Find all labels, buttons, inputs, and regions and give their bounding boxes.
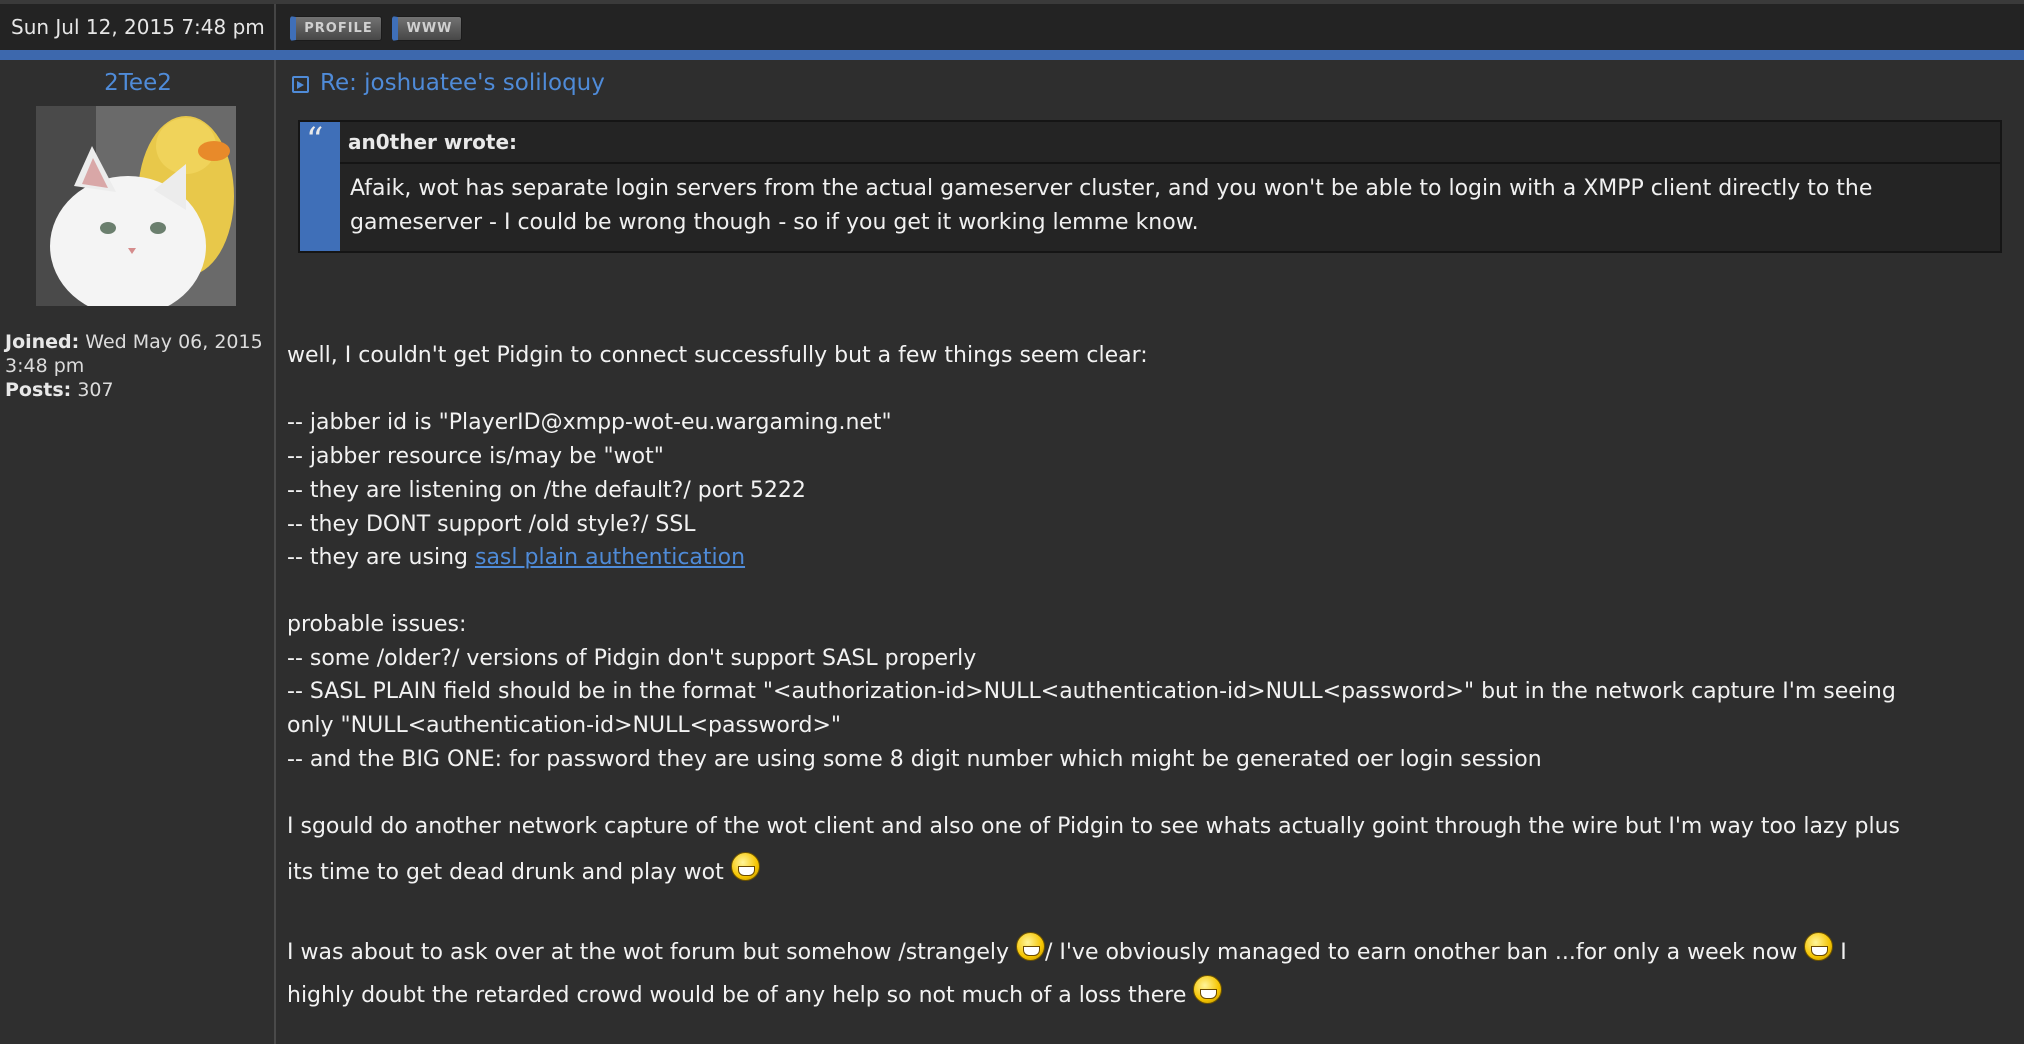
post-line-text: / I've obviously managed to earn onother…	[1044, 940, 1805, 965]
avatar[interactable]	[36, 106, 236, 306]
laughing-smiley-icon	[730, 852, 760, 881]
joined-label: Joined:	[5, 331, 80, 353]
post-line: its time to get dead drunk and play wot	[287, 852, 760, 885]
post-line: -- they DONT support /old style?/ SSL	[287, 512, 696, 537]
post-line-text: its time to get dead drunk and play wot	[287, 860, 731, 885]
quote-icon: “	[306, 120, 324, 160]
post-line: I was about to ask over at the wot forum…	[287, 932, 1847, 965]
posts-label: Posts:	[5, 379, 72, 401]
quote-line: gameserver - I could be wrong though - s…	[350, 210, 1199, 235]
quote-block: “ an0ther wrote: Afaik, wot has separate…	[298, 120, 2002, 253]
post-line: well, I couldn't get Pidgin to connect s…	[287, 343, 1148, 368]
laughing-smiley-icon	[1804, 932, 1834, 961]
post-line: -- SASL PLAIN field should be in the for…	[287, 679, 1896, 704]
laughing-smiley-icon	[1015, 932, 1045, 961]
post-date: Sun Jul 12, 2015 7:48 pm	[0, 4, 276, 50]
post-line-text: I was about to ask over at the wot forum…	[287, 940, 1016, 965]
quote-text: Afaik, wot has separate login servers fr…	[350, 172, 1980, 240]
divider	[0, 50, 2024, 60]
post-line: I sgould do another network capture of t…	[287, 814, 1900, 839]
post-header-bar: Sun Jul 12, 2015 7:48 pm PROFILE WWW	[0, 0, 2024, 50]
joined-time: 3:48 pm	[5, 355, 85, 377]
post-line-text: I	[1833, 940, 1847, 965]
joined-date: Wed May 06, 2015	[79, 331, 263, 353]
posts-count: 307	[71, 379, 114, 401]
profile-button[interactable]: PROFILE	[290, 16, 382, 41]
post-line: only "NULL<authentication-id>NULL<passwo…	[287, 713, 842, 738]
post-link-icon[interactable]	[292, 76, 309, 93]
post-line: -- some /older?/ versions of Pidgin don'…	[287, 646, 977, 671]
quote-bar: “	[300, 120, 340, 251]
post-line: -- jabber id is "PlayerID@xmpp-wot-eu.wa…	[287, 410, 892, 435]
post-line: highly doubt the retarded crowd would be…	[287, 975, 1223, 1008]
post-line: -- they are listening on /the default?/ …	[287, 478, 806, 503]
post-line-text: highly doubt the retarded crowd would be…	[287, 983, 1194, 1008]
post-line-text: -- they are using	[287, 545, 475, 570]
laughing-smiley-icon	[1193, 975, 1223, 1004]
post-title[interactable]: Re: joshuatee's soliloquy	[320, 70, 605, 96]
post-line: -- they are using sasl plain authenticat…	[287, 545, 745, 570]
author-username[interactable]: 2Tee2	[0, 70, 276, 96]
quote-author: an0ther wrote:	[340, 122, 2000, 164]
post-line: probable issues:	[287, 612, 467, 637]
post-line: -- and the BIG ONE: for password they ar…	[287, 747, 1542, 772]
sasl-link[interactable]: sasl plain authentication	[475, 545, 745, 570]
author-meta: Joined: Wed May 06, 2015 3:48 pm Posts: …	[5, 330, 273, 402]
post-line: -- jabber resource is/may be "wot"	[287, 444, 664, 469]
www-button[interactable]: WWW	[392, 16, 462, 41]
quote-line: Afaik, wot has separate login servers fr…	[350, 176, 1873, 201]
